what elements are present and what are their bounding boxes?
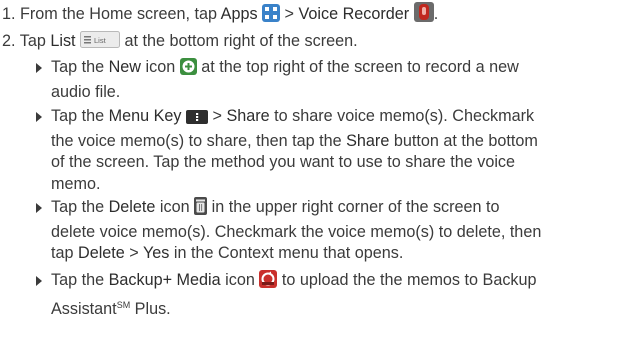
bullet-arrow-icon (36, 112, 42, 122)
apps-label: Apps (220, 5, 258, 23)
menu-key-label: Menu Key (108, 107, 182, 125)
apps-grid-icon (262, 4, 281, 29)
bullet-text: Assistant (51, 299, 117, 318)
bullet-text: Tap the (51, 198, 109, 216)
bullet-text: icon (220, 271, 260, 289)
bullet-text: > (124, 244, 143, 262)
step-number: 2. (2, 32, 16, 50)
voice-recorder-icon (413, 2, 434, 29)
step-text: From the Home screen, tap (20, 5, 221, 23)
bullet-text: of the screen. Tap the method you want t… (51, 153, 516, 171)
trash-icon (194, 197, 208, 222)
bullet-arrow-icon (36, 276, 42, 286)
bullet-new: Tap the New icon at the top right of the… (36, 57, 623, 103)
bullet-text: icon (155, 198, 195, 216)
bullet-delete: Tap the Delete icon in the upper right c… (36, 197, 623, 265)
bullet-text: button at the bottom (389, 131, 538, 150)
step-number: 1. (2, 5, 16, 23)
backup-media-icon (259, 270, 278, 295)
bullet-arrow-icon (36, 63, 42, 73)
bullet-text: Tap the (51, 58, 109, 76)
step-2: 2. Tap List List at the bottom right of … (2, 31, 358, 55)
bullet-text: in the upper right corner of the screen … (207, 198, 500, 216)
bullet-share: Tap the Menu Key > Share to share voice … (36, 106, 623, 195)
bullet-text: at the top right of the screen to record… (196, 58, 519, 76)
backup-media-label: Backup+ Media (108, 271, 221, 289)
step-text: > (280, 5, 299, 23)
bullet-text: to share voice memo(s). Checkmark (269, 107, 535, 125)
list-icon-label: List (94, 36, 107, 45)
bullet-text: audio file. (51, 82, 121, 101)
share-label: Share (226, 107, 270, 125)
list-label: List (50, 32, 76, 50)
yes-label: Yes (142, 244, 170, 262)
bullet-text: in the Context menu that opens. (169, 244, 404, 262)
delete-label: Delete (108, 198, 156, 216)
bullet-text: Tap the (51, 107, 109, 125)
bullet-text: Plus. (130, 299, 171, 318)
bullet-text: icon (141, 58, 180, 76)
new-label: New (108, 58, 141, 76)
bullet-text: the voice memo(s) to share, then tap the (51, 131, 347, 150)
new-plus-icon (179, 58, 197, 82)
bullet-text: memo. (51, 174, 101, 193)
step-text: . (433, 5, 439, 23)
bullet-text: to upload the the memos to Backup (277, 271, 537, 289)
bullet-text: Tap the (51, 271, 109, 289)
step-text: at the bottom right of the screen. (120, 32, 358, 50)
instructions-page: 1. From the Home screen, tap Apps > Voic… (0, 0, 628, 339)
share-button-label: Share (346, 131, 390, 150)
service-mark: SM (116, 299, 131, 310)
list-icon: List (80, 31, 121, 55)
bullet-backup: Tap the Backup+ Media icon to upload the… (36, 270, 623, 320)
bullet-arrow-icon (36, 203, 42, 213)
menu-key-icon (186, 109, 208, 131)
step-1: 1. From the Home screen, tap Apps > Voic… (2, 2, 438, 29)
bullet-text: tap (51, 244, 79, 262)
delete-option-label: Delete (78, 244, 125, 262)
voice-recorder-label: Voice Recorder (298, 5, 410, 23)
bullet-text: delete voice memo(s). Checkmark the voic… (51, 222, 542, 241)
step-text: Tap (19, 32, 51, 50)
bullet-text: > (208, 107, 227, 125)
